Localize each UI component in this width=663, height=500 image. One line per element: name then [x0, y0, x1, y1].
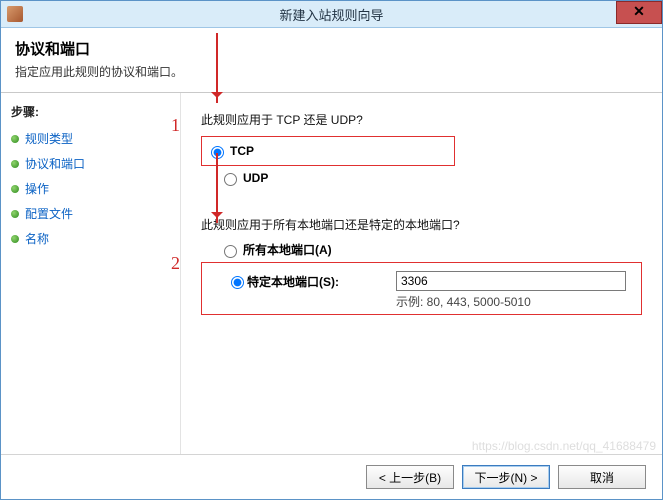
radio-specific-ports-row[interactable]: 特定本地端口(S):	[226, 271, 635, 291]
step-label: 操作	[25, 180, 49, 197]
back-button[interactable]: < 上一步(B)	[366, 465, 454, 489]
step-label: 规则类型	[25, 130, 73, 147]
wizard-body: 步骤: 规则类型 协议和端口 操作 配置文件 名称	[1, 93, 662, 463]
radio-tcp-row[interactable]: TCP	[206, 143, 254, 159]
steps-sidebar: 步骤: 规则类型 协议和端口 操作 配置文件 名称	[1, 93, 181, 463]
page-title: 协议和端口	[15, 38, 648, 59]
annotation-box-2: 特定本地端口(S): 示例: 80, 443, 5000-5010	[201, 262, 642, 315]
step-label: 协议和端口	[25, 155, 85, 172]
bullet-icon	[11, 210, 19, 218]
next-button[interactable]: 下一步(N) >	[462, 465, 550, 489]
step-rule-type[interactable]: 规则类型	[11, 130, 176, 147]
page-subtitle: 指定应用此规则的协议和端口。	[15, 63, 648, 80]
step-label: 配置文件	[25, 205, 73, 222]
radio-udp[interactable]	[224, 173, 237, 186]
radio-specific-ports[interactable]	[231, 276, 244, 289]
step-protocol-port[interactable]: 协议和端口	[11, 155, 176, 172]
radio-tcp-label: TCP	[230, 144, 254, 158]
radio-all-ports-label: 所有本地端口(A)	[243, 241, 332, 258]
annotation-number-1: 1	[171, 115, 180, 136]
cancel-button[interactable]: 取消	[558, 465, 646, 489]
steps-heading: 步骤:	[11, 103, 176, 120]
wizard-header: 协议和端口 指定应用此规则的协议和端口。	[1, 28, 662, 86]
bullet-icon	[11, 235, 19, 243]
annotation-box-1: TCP	[201, 136, 455, 166]
title-bar: 新建入站规则向导 ✕	[1, 1, 662, 28]
step-profile[interactable]: 配置文件	[11, 205, 176, 222]
bullet-icon	[11, 160, 19, 168]
protocol-question: 此规则应用于 TCP 还是 UDP?	[201, 111, 642, 128]
port-input[interactable]	[396, 271, 626, 291]
step-action[interactable]: 操作	[11, 180, 176, 197]
window-title: 新建入站规则向导	[1, 5, 662, 24]
step-label: 名称	[25, 230, 49, 247]
radio-all-ports-row[interactable]: 所有本地端口(A)	[219, 241, 642, 258]
bullet-icon	[11, 135, 19, 143]
radio-all-ports[interactable]	[224, 245, 237, 258]
wizard-footer: < 上一步(B) 下一步(N) > 取消	[1, 454, 662, 499]
close-button[interactable]: ✕	[616, 1, 662, 24]
radio-udp-row[interactable]: UDP	[219, 170, 642, 186]
radio-udp-label: UDP	[243, 171, 268, 185]
wizard-window: 新建入站规则向导 ✕ 协议和端口 指定应用此规则的协议和端口。 步骤: 规则类型…	[0, 0, 663, 500]
port-example: 示例: 80, 443, 5000-5010	[396, 293, 635, 310]
radio-tcp[interactable]	[211, 146, 224, 159]
bullet-icon	[11, 185, 19, 193]
wizard-content: 1 此规则应用于 TCP 还是 UDP? TCP UDP 此规则应用于所有本地端…	[181, 93, 662, 463]
port-question: 此规则应用于所有本地端口还是特定的本地端口?	[201, 216, 642, 233]
app-icon	[7, 6, 23, 22]
radio-specific-ports-label: 特定本地端口(S):	[247, 273, 339, 290]
annotation-number-2: 2	[171, 253, 180, 274]
step-name[interactable]: 名称	[11, 230, 176, 247]
